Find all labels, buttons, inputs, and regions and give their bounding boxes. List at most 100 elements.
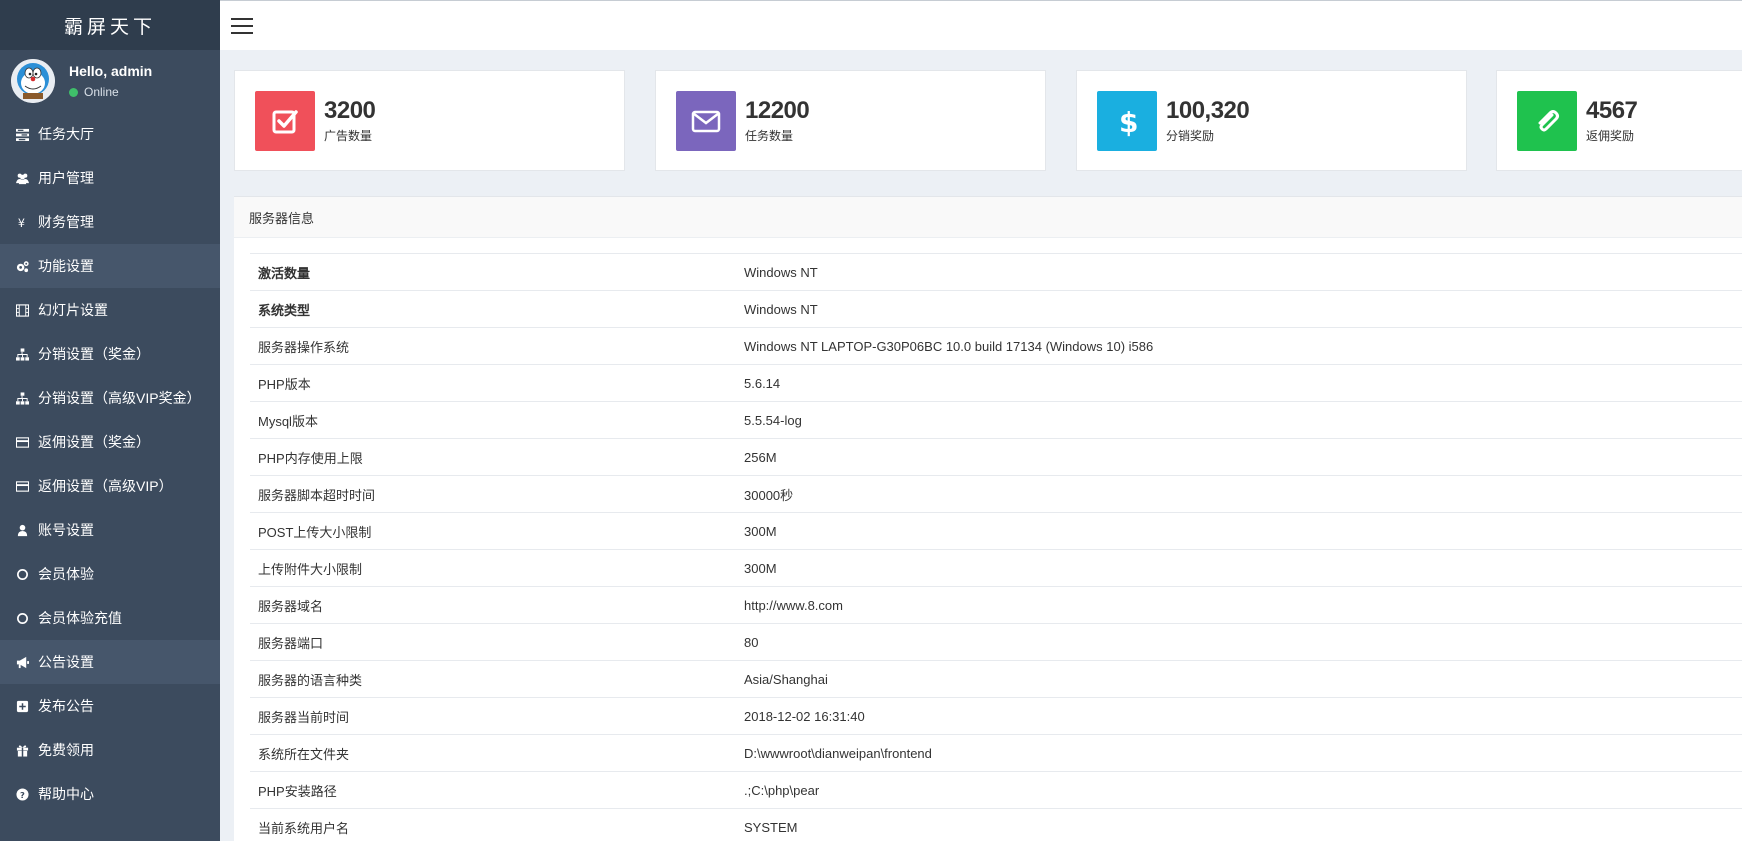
info-key: 激活数量 <box>250 253 736 291</box>
info-value: Windows NT <box>736 290 1742 328</box>
cogs-icon <box>15 259 29 273</box>
stat-label: 分销奖励 <box>1166 129 1215 143</box>
envelope-icon <box>676 90 736 151</box>
sidebar-item-help-center[interactable]: ? 帮助中心 <box>0 772 220 816</box>
info-value: http://www.8.com <box>736 586 1742 624</box>
info-key: PHP版本 <box>250 364 736 402</box>
circle-icon <box>15 611 29 625</box>
info-value: 80 <box>736 623 1742 661</box>
table-row: 系统类型 Windows NT <box>250 290 1742 328</box>
svg-text:$: $ <box>1119 106 1138 137</box>
info-value: 5.6.14 <box>736 364 1742 402</box>
info-value: Windows NT <box>736 253 1742 291</box>
sidebar-item-function-settings[interactable]: 功能设置 <box>0 244 220 288</box>
sidebar-item-label: 会员体验 <box>38 566 94 582</box>
stat-value: 100,320 <box>1166 97 1250 124</box>
paperclip-icon <box>1517 90 1577 151</box>
user-icon <box>15 523 29 537</box>
svg-text:¥: ¥ <box>17 217 24 229</box>
sidebar-item-account-settings[interactable]: 账号设置 <box>0 508 220 552</box>
table-row: 服务器的语言种类 Asia/Shanghai <box>250 660 1742 698</box>
credit-card-icon <box>15 435 29 449</box>
sidebar-item-rebate-bonus[interactable]: 返佣设置（奖金） <box>0 420 220 464</box>
user-greeting: Hello, admin <box>69 63 153 79</box>
info-key: POST上传大小限制 <box>250 512 736 550</box>
server-info-title: 服务器信息 <box>234 197 1742 238</box>
sidebar-item-label: 公告设置 <box>38 654 94 670</box>
user-status: Online <box>69 85 152 99</box>
table-row: 服务器当前时间 2018-12-02 16:31:40 <box>250 697 1742 735</box>
info-value: Asia/Shanghai <box>736 660 1742 698</box>
brand-title[interactable]: 霸屏天下 <box>0 0 220 50</box>
info-value: SYSTEM <box>736 808 1742 841</box>
sidebar-toggle-menu-icon[interactable] <box>231 17 253 34</box>
sidebar-item-publish-announcement[interactable]: 发布公告 <box>0 684 220 728</box>
info-value: 300M <box>736 549 1742 587</box>
film-icon <box>15 303 29 317</box>
question-circle-icon: ? <box>15 787 29 801</box>
sidebar-item-label: 会员体验充值 <box>38 610 122 626</box>
table-row: Mysql版本 5.5.54-log <box>250 401 1742 439</box>
credit-card-icon <box>15 479 29 493</box>
user-panel: Hello, admin Online <box>0 50 220 112</box>
circle-icon <box>15 567 29 581</box>
table-row: PHP版本 5.6.14 <box>250 364 1742 402</box>
sidebar-item-task-hall[interactable]: 任务大厅 <box>0 112 220 156</box>
sidebar-item-slideshow-settings[interactable]: 幻灯片设置 <box>0 288 220 332</box>
info-key: 服务器域名 <box>250 586 736 624</box>
sidebar-item-member-trial[interactable]: 会员体验 <box>0 552 220 596</box>
info-value: 5.5.54-log <box>736 401 1742 439</box>
info-key: PHP内存使用上限 <box>250 438 736 476</box>
sidebar-item-user-management[interactable]: 用户管理 <box>0 156 220 200</box>
stat-card-distribution: $ 100,320 分销奖励 <box>1076 70 1467 171</box>
table-row: 上传附件大小限制 300M <box>250 549 1742 587</box>
info-value: 256M <box>736 438 1742 476</box>
avatar <box>11 59 55 103</box>
table-row: 系统所在文件夹 D:\wwwroot\dianweipan\frontend <box>250 734 1742 772</box>
info-value: 300M <box>736 512 1742 550</box>
top-navbar <box>220 0 1742 50</box>
info-value: 2018-12-02 16:31:40 <box>736 697 1742 735</box>
sidebar-item-distribution-bonus[interactable]: 分销设置（奖金） <box>0 332 220 376</box>
info-key: 系统类型 <box>250 290 736 328</box>
sidebar-item-label: 账号设置 <box>38 522 94 538</box>
sidebar-item-finance[interactable]: ¥ 财务管理 <box>0 200 220 244</box>
stat-card-ads: 3200 广告数量 <box>234 70 625 171</box>
stat-label: 返佣奖励 <box>1586 129 1635 143</box>
info-key: 系统所在文件夹 <box>250 734 736 772</box>
sidebar-item-label: 用户管理 <box>38 170 94 186</box>
info-key: 服务器脚本超时时间 <box>250 475 736 513</box>
info-key: 服务器当前时间 <box>250 697 736 735</box>
table-row: 当前系统用户名 SYSTEM <box>250 808 1742 841</box>
users-icon <box>15 171 29 185</box>
table-row: POST上传大小限制 300M <box>250 512 1742 550</box>
info-key: Mysql版本 <box>250 401 736 439</box>
table-row: 服务器操作系统 Windows NT LAPTOP-G30P06BC 10.0 b… <box>250 327 1742 365</box>
stat-label: 任务数量 <box>745 129 794 143</box>
server-info-panel: 服务器信息 激活数量 Windows NT 系统类型 Windows NT 服务器操作系… <box>234 196 1742 841</box>
info-value: .;C:\php\pear <box>736 771 1742 809</box>
sidebar-item-label: 功能设置 <box>38 258 94 274</box>
plus-square-icon <box>15 699 29 713</box>
stat-label: 广告数量 <box>324 129 373 143</box>
table-row: 服务器域名 http://www.8.com <box>250 586 1742 624</box>
info-value: 30000秒 <box>736 475 1742 513</box>
sidebar-item-label: 财务管理 <box>38 214 94 230</box>
sidebar-item-label: 发布公告 <box>38 698 94 714</box>
bullhorn-icon <box>15 655 29 669</box>
sidebar-item-label: 幻灯片设置 <box>38 302 108 318</box>
sidebar-item-announcement-settings[interactable]: 公告设置 <box>0 640 220 684</box>
gift-icon <box>15 743 29 757</box>
info-key: 上传附件大小限制 <box>250 549 736 587</box>
info-key: 服务器操作系统 <box>250 327 736 365</box>
svg-text:?: ? <box>19 789 24 799</box>
sidebar-item-distribution-vip-bonus[interactable]: 分销设置（高级VIP奖金） <box>0 376 220 420</box>
sidebar-item-free-claim[interactable]: 免费领用 <box>0 728 220 772</box>
user-status-label: Online <box>84 85 119 99</box>
info-key: 服务器端口 <box>250 623 736 661</box>
sidebar-item-rebate-vip[interactable]: 返佣设置（高级VIP） <box>0 464 220 508</box>
sitemap-icon <box>15 347 29 361</box>
sidebar-menu: 任务大厅 用户管理 ¥ 财务管理 功能设置 幻灯片设置 分销设置（奖金） 分销设… <box>0 112 220 816</box>
sidebar-item-member-trial-recharge[interactable]: 会员体验充值 <box>0 596 220 640</box>
sidebar-item-label: 分销设置（奖金） <box>38 346 150 362</box>
